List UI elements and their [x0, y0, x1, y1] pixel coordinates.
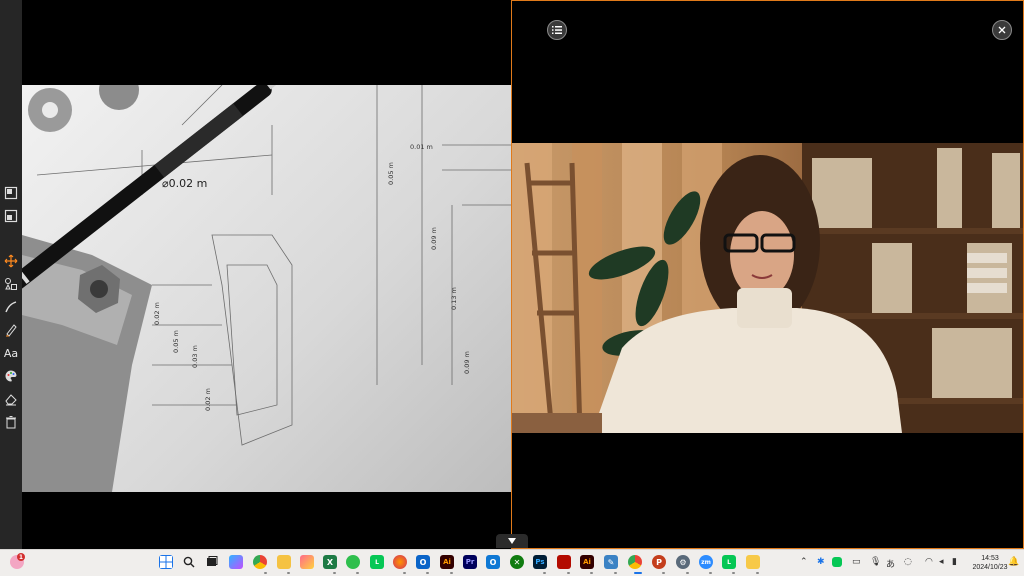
dimension-label: 0.05 m [172, 330, 180, 353]
bluetooth-icon[interactable]: ✱ [817, 557, 825, 567]
zoom-icon[interactable]: zm [699, 555, 713, 569]
notification-bell-icon[interactable]: 🔔 [1008, 557, 1019, 567]
trash-icon[interactable] [3, 414, 19, 430]
notes-icon[interactable] [746, 555, 760, 569]
eraser-icon[interactable] [3, 391, 19, 407]
chevron-up-icon[interactable]: ⌃ [800, 557, 808, 567]
volume-icon[interactable]: ◂ [939, 557, 944, 567]
chrome-2-icon[interactable] [628, 555, 642, 569]
line-icon[interactable]: L [370, 555, 384, 569]
premiere-icon[interactable]: Pr [463, 555, 477, 569]
wechat-icon[interactable] [346, 555, 360, 569]
close-icon [998, 26, 1006, 34]
dimension-label: 0.03 m [191, 345, 199, 368]
office-photo [512, 143, 1023, 433]
xbox-icon[interactable]: ✕ [510, 555, 524, 569]
dimension-label: 0.02 m [204, 388, 212, 411]
right-video-pane[interactable] [511, 0, 1024, 549]
running-indicator [333, 572, 336, 574]
running-indicator [662, 572, 665, 574]
running-indicator [756, 572, 759, 574]
running-indicator [686, 572, 689, 574]
file-explorer-icon[interactable] [277, 555, 291, 569]
pen-icon[interactable] [3, 322, 19, 338]
powerpoint-icon[interactable]: P [652, 555, 666, 569]
dimension-label: 0.02 m [153, 302, 161, 325]
line-2-icon[interactable]: L [722, 555, 736, 569]
settings-icon[interactable]: ⚙ [676, 555, 690, 569]
annotation-toolbar: Aa [0, 0, 23, 549]
clock[interactable]: 14:53 2024/10/23 [969, 554, 1011, 572]
blueprint-image: ⌀0.02 m 0.01 m 0.05 m 0.09 m 0.13 m 0.02… [22, 85, 511, 492]
photos-icon[interactable] [300, 555, 314, 569]
running-indicator [450, 572, 453, 574]
diameter-label: ⌀0.02 m [162, 177, 207, 190]
illustrator-icon[interactable]: Ai [440, 555, 454, 569]
copilot-icon[interactable] [229, 555, 243, 569]
photoshop-icon[interactable]: Ps [533, 555, 547, 569]
layout-single-icon[interactable] [3, 185, 19, 201]
battery-icon[interactable]: ▮ [952, 557, 957, 567]
running-indicator [590, 572, 593, 574]
shapes-icon[interactable] [3, 276, 19, 292]
running-indicator [709, 572, 712, 574]
close-button[interactable] [992, 20, 1012, 40]
list-menu-button[interactable] [547, 20, 567, 40]
running-indicator [426, 572, 429, 574]
running-indicator [567, 572, 570, 574]
highlighter-icon[interactable] [3, 299, 19, 315]
dimension-label: 0.01 m [410, 143, 433, 151]
notification-badge: 1 [17, 553, 25, 561]
active-indicator [634, 572, 642, 574]
outlook-icon[interactable]: O [416, 555, 430, 569]
task-view-icon[interactable] [205, 555, 219, 569]
text-icon[interactable]: Aa [3, 345, 19, 361]
display-icon[interactable]: ▭ [852, 557, 861, 567]
acrobat-icon[interactable] [557, 555, 571, 569]
outlook-new-icon[interactable]: O [486, 555, 500, 569]
chevron-down-icon [508, 538, 516, 544]
chrome-icon[interactable] [253, 555, 267, 569]
ime-indicator[interactable]: あ [886, 557, 895, 570]
palette-icon[interactable] [3, 368, 19, 384]
illustrator-2-icon[interactable]: Ai [580, 555, 594, 569]
split-handle[interactable] [496, 534, 528, 548]
running-indicator [403, 572, 406, 574]
firefox-icon[interactable] [393, 555, 407, 569]
search-icon[interactable] [182, 555, 196, 569]
ime-mode-icon[interactable]: ◌ [904, 557, 912, 567]
running-indicator [732, 572, 735, 574]
running-indicator [287, 572, 290, 574]
dimension-label: 0.13 m [450, 287, 458, 310]
running-indicator [264, 572, 267, 574]
excel-icon[interactable]: X [323, 555, 337, 569]
clock-time: 14:53 [981, 555, 999, 562]
running-indicator [543, 572, 546, 574]
running-indicator [614, 572, 617, 574]
windows-start-icon[interactable] [159, 555, 173, 569]
layout-split-icon[interactable] [3, 208, 19, 224]
running-indicator [356, 572, 359, 574]
dimension-label: 0.05 m [387, 162, 395, 185]
taskbar: 1 X L O Ai Pr O ✕ Ps Ai ✎ P ⚙ zm L ⌃ ✱ ▭ [0, 549, 1024, 576]
microphone-icon[interactable]: 🎙 [870, 557, 881, 567]
line-tray-icon[interactable] [832, 557, 842, 567]
dimension-label: 0.09 m [430, 227, 438, 250]
list-icon [552, 26, 562, 34]
dimension-label: 0.09 m [463, 351, 471, 374]
pen-app-icon[interactable]: ✎ [604, 555, 618, 569]
move-icon[interactable] [3, 253, 19, 269]
clock-date: 2024/10/23 [972, 564, 1008, 571]
wifi-icon[interactable]: ◠ [925, 557, 933, 567]
left-video-pane[interactable]: ⌀0.02 m 0.01 m 0.05 m 0.09 m 0.13 m 0.02… [22, 0, 511, 549]
